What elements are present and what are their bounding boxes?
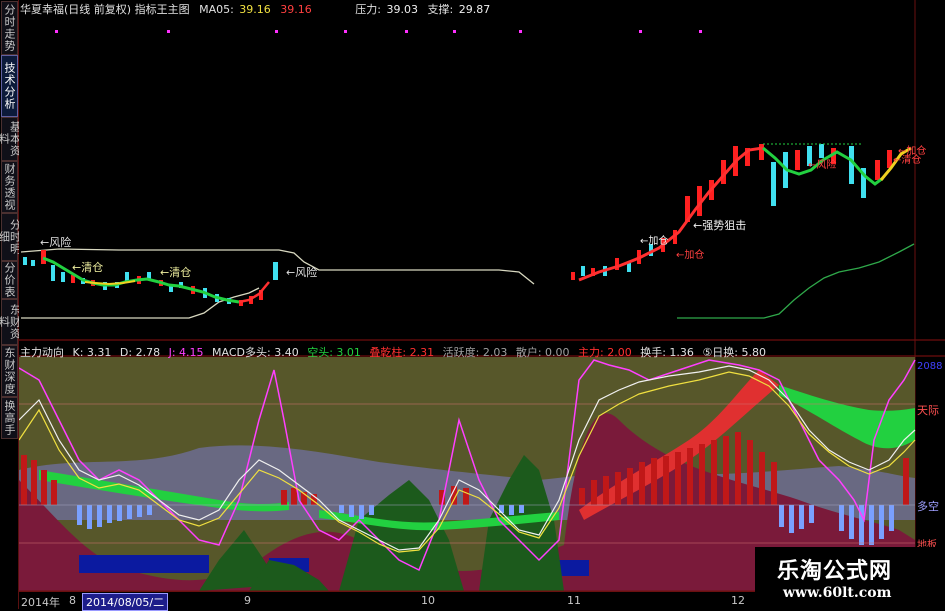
price-header: 华夏幸福(日线 前复权) 指标王主图 MA05: 39.16 39.16 压力:… bbox=[20, 1, 496, 16]
tab-timeshare-detail[interactable]: 分时明细 bbox=[0, 213, 22, 261]
main-force-value: 主力: 2.00 bbox=[578, 346, 632, 359]
date-month-9: 9 bbox=[244, 594, 251, 607]
support-label: 支撑: bbox=[427, 3, 454, 16]
tab-price-table[interactable]: 分价表 bbox=[1, 261, 18, 299]
tab-financial[interactable]: 财务透视 bbox=[1, 161, 18, 213]
annotation-clear: ←清仓 bbox=[893, 155, 922, 166]
date-month-10: 10 bbox=[421, 594, 435, 607]
chart-area[interactable] bbox=[19, 0, 945, 591]
annotation-add: ←加仓 bbox=[676, 250, 705, 261]
d-value: D: 2.78 bbox=[119, 346, 161, 359]
pressure-value: 39.03 bbox=[386, 3, 419, 16]
tab-switch-master[interactable]: 换高手 bbox=[1, 397, 18, 439]
k-value: K: 3.31 bbox=[72, 346, 112, 359]
date-year: 2014年 bbox=[21, 596, 60, 609]
support-value: 29.87 bbox=[458, 3, 491, 16]
watermark-title: 乐淘公式网 bbox=[777, 559, 893, 584]
annotation-strong-snipe: ←强势狙击 bbox=[693, 219, 747, 232]
date-month-8: 8 bbox=[69, 594, 76, 607]
annotation-risk: ←风险 bbox=[40, 236, 72, 249]
watermark: 乐淘公式网 www.60lt.com bbox=[755, 547, 945, 609]
long-short-label: 多空 bbox=[917, 500, 939, 513]
ma-label: MA05: bbox=[199, 3, 234, 16]
j-value: J: 4.15 bbox=[168, 346, 204, 359]
macd-short-value: 空头: 3.01 bbox=[307, 346, 361, 359]
annotation-clear: ←清仓 bbox=[72, 261, 104, 274]
scale-top-label: 2088 bbox=[917, 361, 943, 372]
date-month-11: 11 bbox=[567, 594, 581, 607]
pressure-label: 压力: bbox=[355, 3, 382, 16]
retail-value: 散户: 0.00 bbox=[515, 346, 570, 359]
tab-eastmoney-depth[interactable]: 东财深度 bbox=[1, 345, 18, 397]
indicator-header: 主力动向 K: 3.31 D: 2.78 J: 4.15 MACD多头: 3.4… bbox=[20, 344, 771, 359]
day-turnover-value: ⑤日换: 5.80 bbox=[702, 346, 766, 359]
stock-title: 华夏幸福(日线 前复权) 指标王主图 bbox=[20, 3, 190, 16]
annotation-risk: ←风险 bbox=[286, 266, 318, 279]
sidebar: 分时走势 技术分析 基本资料 财务透视 分时明细 分价表 东财资料 东财深度 换… bbox=[0, 0, 22, 609]
date-month-12: 12 bbox=[731, 594, 745, 607]
sky-label: 天际 bbox=[917, 404, 939, 417]
tab-timeshare[interactable]: 分时走势 bbox=[1, 1, 18, 55]
selected-date[interactable]: 2014/08/05/二 bbox=[82, 593, 169, 611]
macd-long-value: MACD多头: 3.40 bbox=[212, 346, 299, 359]
turnover-value: 换手: 1.36 bbox=[640, 346, 694, 359]
tab-eastmoney-info[interactable]: 东财资料 bbox=[0, 299, 22, 345]
annotation-risk: ←风险 bbox=[808, 160, 837, 171]
tab-basic-info[interactable]: 基本资料 bbox=[0, 117, 22, 161]
indicator-name: 主力动向 bbox=[20, 346, 64, 359]
watermark-url: www.60lt.com bbox=[783, 585, 892, 601]
tab-technical-analysis[interactable]: 技术分析 bbox=[1, 55, 18, 117]
annotation-add: ←加仓 bbox=[640, 236, 669, 247]
annotation-clear: ←清仓 bbox=[160, 266, 192, 279]
ma-value: 39.16 bbox=[239, 3, 271, 16]
ma-value-2: 39.16 bbox=[280, 3, 312, 16]
activity-value: 活跃度: 2.03 bbox=[442, 346, 508, 359]
sum-value: 叠乾柱: 2.31 bbox=[369, 346, 435, 359]
